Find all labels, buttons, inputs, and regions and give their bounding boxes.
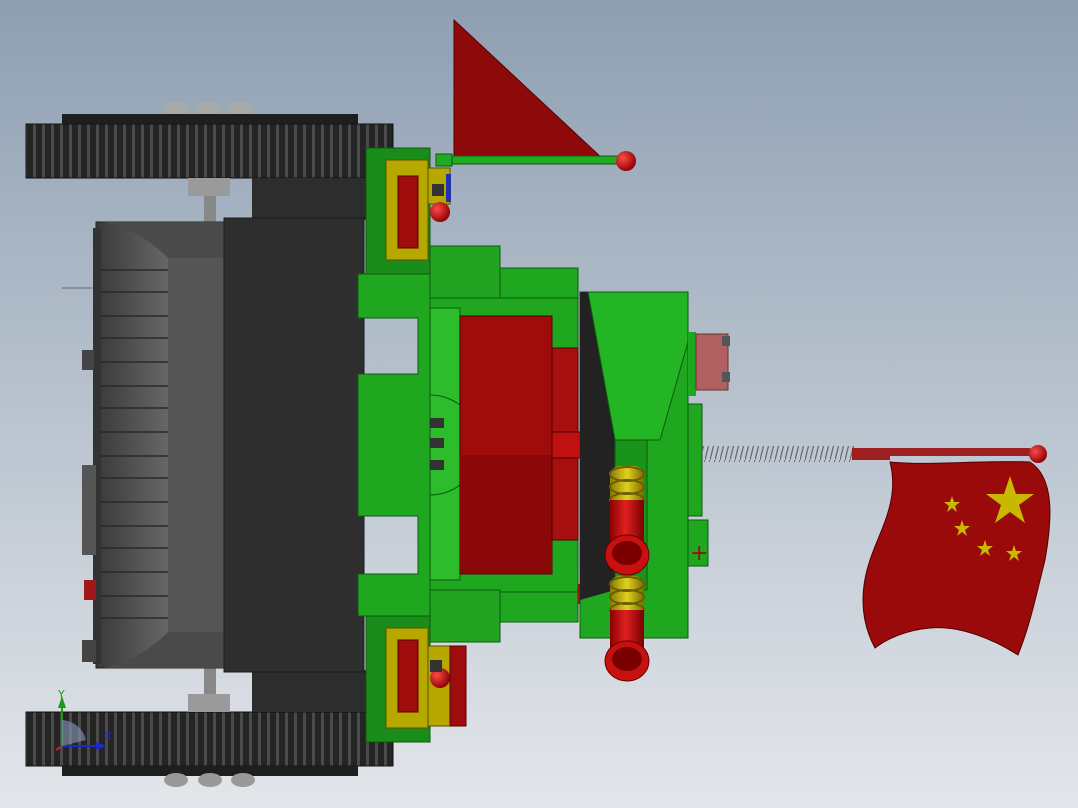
track-bottom[interactable] [25, 711, 394, 787]
camera-cylinder[interactable] [688, 332, 730, 396]
model-scene[interactable]: + Y X [0, 0, 1078, 808]
gun-barrel-lower[interactable] [604, 576, 650, 682]
track-rollers-top [163, 102, 253, 114]
triad-y-label: Y [57, 688, 65, 701]
gun-barrel-upper[interactable] [604, 466, 650, 576]
chassis-body[interactable] [62, 178, 366, 712]
cad-viewport[interactable]: + Y X [0, 0, 1078, 808]
triad-x-label: X [104, 730, 112, 743]
gear-slot-marks [430, 418, 444, 470]
plus-mark: + [690, 541, 708, 566]
track-rollers-bottom [164, 773, 255, 787]
